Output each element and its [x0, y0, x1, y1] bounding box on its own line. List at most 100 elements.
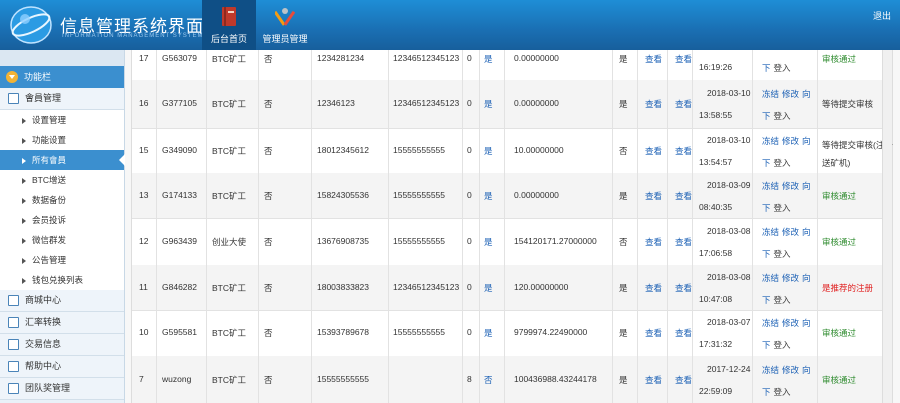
cell-active-link[interactable]: 否	[484, 374, 493, 386]
sidebar-header[interactable]: 功能栏	[0, 66, 124, 88]
cell-flag: 否	[264, 146, 273, 156]
view-button[interactable]: 查看	[645, 282, 662, 294]
cell-date: 2018-03-08	[707, 272, 751, 282]
view-detail-button[interactable]: 查看	[675, 145, 692, 157]
vertical-scrollbar[interactable]	[882, 50, 892, 403]
view-button[interactable]: 查看	[645, 145, 662, 157]
sidebar-section-transactions[interactable]: 交易信息	[0, 334, 124, 356]
cell-active-link[interactable]: 是	[484, 53, 493, 65]
login-button[interactable]: 登入	[774, 295, 791, 305]
cell-date: 2018-03-08	[707, 226, 751, 236]
login-button[interactable]: 登入	[774, 387, 791, 397]
sidebar-section-members[interactable]: 會員管理	[0, 88, 124, 110]
freeze-button[interactable]: 冻结	[762, 181, 779, 191]
sidebar-item-announcements[interactable]: 公告管理	[0, 250, 124, 270]
arrow-right-icon	[22, 217, 26, 224]
view-button[interactable]: 查看	[645, 374, 662, 386]
cell-count: 8	[467, 374, 472, 384]
cell-date: 2018-03-10	[707, 88, 751, 98]
transfer-button[interactable]: 向	[802, 273, 811, 283]
sidebar-item-backup[interactable]: 数据备份	[0, 190, 124, 210]
view-detail-button[interactable]: 查看	[675, 98, 692, 110]
cell-active-link[interactable]: 是	[484, 145, 493, 157]
sidebar-section-team-bonus[interactable]: 团队奖管理	[0, 378, 124, 400]
cell-referrer: 15555555555	[393, 327, 446, 337]
cell-active-link[interactable]: 是	[484, 98, 493, 110]
cell-active-link[interactable]: 是	[484, 236, 493, 248]
freeze-button[interactable]: 冻结	[762, 136, 779, 146]
cell-id: 10	[139, 327, 149, 337]
cell-active-link[interactable]: 是	[484, 327, 493, 339]
sidebar-item-settings[interactable]: 设置管理	[0, 110, 124, 130]
tab-home[interactable]: 后台首页	[202, 0, 256, 50]
edit-button[interactable]: 修改	[782, 136, 799, 146]
sidebar-item-wallet-exchange[interactable]: 钱包兑换列表	[0, 270, 124, 290]
view-detail-button[interactable]: 查看	[675, 374, 692, 386]
transfer-button[interactable]: 向	[802, 318, 811, 328]
row-login-actions: 下登入	[762, 294, 791, 306]
transfer-button[interactable]: 向	[802, 365, 811, 375]
cell-active-link[interactable]: 是	[484, 190, 493, 202]
transfer-button[interactable]: 向	[802, 227, 811, 237]
down-button[interactable]: 下	[762, 249, 771, 259]
tab-admin-management[interactable]: 管理员管理	[258, 0, 312, 50]
view-detail-button[interactable]: 查看	[675, 282, 692, 294]
edit-button[interactable]: 修改	[782, 89, 799, 99]
view-button[interactable]: 查看	[645, 236, 662, 248]
cell-count: 0	[467, 282, 472, 292]
cell-amount: 9799974.22490000	[514, 327, 588, 337]
freeze-button[interactable]: 冻结	[762, 273, 779, 283]
view-button[interactable]: 查看	[645, 190, 662, 202]
transfer-button[interactable]: 向	[802, 181, 811, 191]
logout-link[interactable]: 退出	[873, 9, 891, 22]
view-button[interactable]: 查看	[645, 327, 662, 339]
edit-button[interactable]: 修改	[782, 181, 799, 191]
transfer-button[interactable]: 向	[802, 136, 811, 146]
view-button[interactable]: 查看	[645, 98, 662, 110]
item-label: 微信群发	[32, 235, 67, 245]
login-button[interactable]: 登入	[774, 203, 791, 213]
edit-button[interactable]: 修改	[782, 365, 799, 375]
sidebar-item-all-members[interactable]: 所有會員	[0, 150, 125, 170]
table-row: 11 G846282 BTC矿工 否 18003833823 12346512345123…	[132, 265, 892, 311]
team-icon	[8, 383, 19, 394]
sidebar-item-complaints[interactable]: 会员投诉	[0, 210, 124, 230]
down-button[interactable]: 下	[762, 158, 771, 168]
freeze-button[interactable]: 冻结	[762, 365, 779, 375]
transfer-button[interactable]: 向	[802, 89, 811, 99]
down-button[interactable]: 下	[762, 387, 771, 397]
view-detail-button[interactable]: 查看	[675, 327, 692, 339]
down-button[interactable]: 下	[762, 203, 771, 213]
edit-button[interactable]: 修改	[782, 227, 799, 237]
edit-button[interactable]: 修改	[782, 318, 799, 328]
view-detail-button[interactable]: 查看	[675, 190, 692, 202]
down-button[interactable]: 下	[762, 63, 771, 73]
cell-type: BTC矿工	[212, 191, 247, 201]
freeze-button[interactable]: 冻结	[762, 89, 779, 99]
sidebar-item-btc-gift[interactable]: BTC增送	[0, 170, 124, 190]
freeze-button[interactable]: 冻结	[762, 227, 779, 237]
view-detail-button[interactable]: 查看	[675, 53, 692, 65]
cell-type: BTC矿工	[212, 328, 247, 338]
sidebar-section-mall[interactable]: 商城中心	[0, 290, 124, 312]
down-button[interactable]: 下	[762, 111, 771, 121]
login-button[interactable]: 登入	[774, 158, 791, 168]
sidebar-item-function-settings[interactable]: 功能设置	[0, 130, 124, 150]
cell-count: 0	[467, 327, 472, 337]
view-detail-button[interactable]: 查看	[675, 236, 692, 248]
top-header: 信息管理系统界面 INFORMATION MANAGEMENT SYSTEM G…	[0, 0, 900, 50]
freeze-button[interactable]: 冻结	[762, 318, 779, 328]
login-button[interactable]: 登入	[774, 111, 791, 121]
sidebar-section-help[interactable]: 帮助中心	[0, 356, 124, 378]
edit-button[interactable]: 修改	[782, 273, 799, 283]
down-button[interactable]: 下	[762, 295, 771, 305]
down-button[interactable]: 下	[762, 340, 771, 350]
sidebar-section-exchange-rate[interactable]: 汇率转换	[0, 312, 124, 334]
cell-lock: 是	[619, 54, 628, 64]
login-button[interactable]: 登入	[774, 249, 791, 259]
view-button[interactable]: 查看	[645, 53, 662, 65]
login-button[interactable]: 登入	[774, 340, 791, 350]
login-button[interactable]: 登入	[774, 63, 791, 73]
sidebar-item-wechat[interactable]: 微信群发	[0, 230, 124, 250]
cell-active-link[interactable]: 是	[484, 282, 493, 294]
